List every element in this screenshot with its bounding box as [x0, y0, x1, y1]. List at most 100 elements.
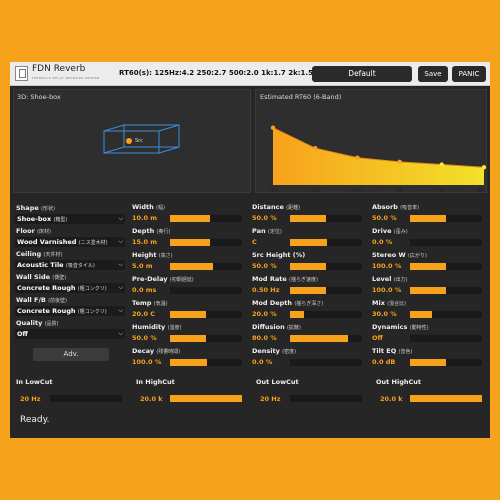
slider-fill: [170, 215, 210, 222]
rt60-point: [355, 155, 360, 160]
app-title: FDN Reverb: [32, 64, 86, 74]
filter-value: 20 Hz: [20, 395, 41, 403]
param-label: Mix (混合比): [372, 299, 407, 307]
wall-fb-dropdown[interactable]: Concrete Rough (粗コンクリ) ⌵: [15, 306, 125, 316]
param-slider[interactable]: [290, 359, 362, 366]
param-label: Density (密度): [252, 347, 297, 355]
param-value: 0.0 %: [372, 238, 393, 246]
slider-fill: [410, 359, 446, 366]
param-label: Temp (気温): [132, 299, 168, 307]
rt60-tick-label: 250: [310, 188, 320, 194]
slider-fill: [410, 215, 446, 222]
param-slider[interactable]: [290, 311, 362, 318]
param-slider[interactable]: [290, 335, 362, 342]
param-label: Decay (残響時間): [132, 347, 181, 355]
param-slider[interactable]: [170, 311, 242, 318]
slider-fill: [410, 311, 432, 318]
param-value: 0.0 dB: [372, 358, 396, 366]
param-value: 100.0 %: [372, 286, 402, 294]
param-value: 50.0 %: [372, 214, 397, 222]
room-box-wireframe: Src: [103, 124, 180, 154]
param-slider[interactable]: [290, 215, 362, 222]
param-slider[interactable]: [410, 287, 482, 294]
param-label: Depth (奥行): [132, 227, 171, 235]
wall-fb-label: Wall F/B (前後壁): [16, 296, 67, 304]
param-slider[interactable]: [410, 311, 482, 318]
param-value: 50.0 %: [252, 214, 277, 222]
param-slider[interactable]: [410, 359, 482, 366]
rt60-point: [397, 159, 402, 165]
floor-label: Floor (床材): [16, 227, 51, 235]
quality-label: Quality (品質): [16, 319, 59, 327]
wall-side-dropdown[interactable]: Concrete Rough (粗コンクリ) ⌵: [15, 283, 125, 293]
slider-fill: [290, 287, 326, 294]
floor-dropdown[interactable]: Wood Varnished (ニス塗木材) ⌵: [15, 237, 125, 247]
param-slider[interactable]: [410, 335, 482, 342]
filter-slider[interactable]: [170, 395, 242, 402]
rt60-point: [481, 165, 487, 170]
param-value: 0.50 Hz: [252, 286, 280, 294]
param-value: 100.0 %: [372, 262, 402, 270]
advanced-button[interactable]: Adv.: [33, 348, 109, 361]
rt60-tick-label: 125: [268, 188, 278, 194]
param-slider[interactable]: [290, 287, 362, 294]
room-3d-view[interactable]: 3D: Shoe-box Src: [13, 89, 251, 193]
filter-slider[interactable]: [410, 395, 482, 402]
rt60-chart: 125 250 500 1k 2k 4k: [268, 125, 487, 194]
param-slider[interactable]: [170, 263, 242, 270]
param-slider[interactable]: [170, 239, 242, 246]
filter-slider[interactable]: [50, 395, 122, 402]
preset-selector[interactable]: Default: [312, 66, 412, 82]
rt60-tick-label: 500: [353, 188, 363, 194]
param-label: Tilt EQ (音色): [372, 347, 413, 355]
param-label: Level (出力): [372, 275, 408, 283]
rt60-area: [273, 127, 484, 185]
param-slider[interactable]: [290, 239, 362, 246]
rt60-tick-label: 2k: [439, 188, 445, 194]
shape-dropdown[interactable]: Shoe-box (箱型) ⌵: [15, 214, 125, 224]
param-label: Stereo W (広がり): [372, 251, 427, 259]
param-slider[interactable]: [170, 215, 242, 222]
rt60-readout: RT60(s): 125Hz:4.2 250:2.7 500:2.0 1k:1.…: [119, 69, 341, 77]
filter-label: In LowCut: [16, 378, 53, 386]
panic-button[interactable]: PANIC: [452, 66, 486, 82]
app-logo-icon: [15, 66, 28, 81]
rt60-tick-label: 4k: [478, 188, 484, 194]
filter-slider[interactable]: [290, 395, 362, 402]
slider-fill: [170, 335, 206, 342]
param-value: 0.0 %: [252, 358, 273, 366]
chevron-down-icon: ⌵: [118, 330, 123, 337]
param-slider[interactable]: [410, 239, 482, 246]
param-slider[interactable]: [410, 215, 482, 222]
quality-dropdown[interactable]: Off ⌵: [15, 329, 125, 339]
rt60-point: [313, 145, 318, 151]
chevron-down-icon: ⌵: [118, 307, 123, 314]
param-value: C: [252, 238, 257, 246]
wall-side-label: Wall Side (側壁): [16, 273, 67, 281]
param-label: Humidity (湿度): [132, 323, 182, 331]
param-slider[interactable]: [410, 263, 482, 270]
param-label: Height (高さ): [132, 251, 173, 259]
param-value: 5.0 m: [132, 262, 153, 270]
save-button[interactable]: Save: [418, 66, 448, 82]
slider-fill: [170, 263, 214, 270]
ceiling-dropdown[interactable]: Acoustic Tile (吸音タイル) ⌵: [15, 260, 125, 270]
param-value: 20.0 C: [132, 310, 156, 318]
filter-value: 20.0 k: [140, 395, 163, 403]
slider-fill: [410, 263, 446, 270]
param-label: Absorb (吸音率): [372, 203, 420, 211]
ceiling-label: Ceiling (天井材): [16, 250, 63, 258]
chevron-down-icon: ⌵: [118, 238, 123, 245]
param-label: Src Height (%): [252, 251, 306, 259]
shape-label: Shape (形状): [16, 204, 55, 212]
param-label: Width (幅): [132, 203, 165, 211]
slider-fill: [410, 395, 482, 402]
param-slider[interactable]: [170, 287, 242, 294]
param-slider[interactable]: [290, 263, 362, 270]
param-slider[interactable]: [170, 335, 242, 342]
param-slider[interactable]: [170, 359, 242, 366]
slider-fill: [290, 311, 305, 318]
param-label: Dynamics (動特性): [372, 323, 429, 331]
param-label: Pre-Delay (初期遅延): [132, 275, 194, 283]
param-value: 15.0 m: [132, 238, 158, 246]
